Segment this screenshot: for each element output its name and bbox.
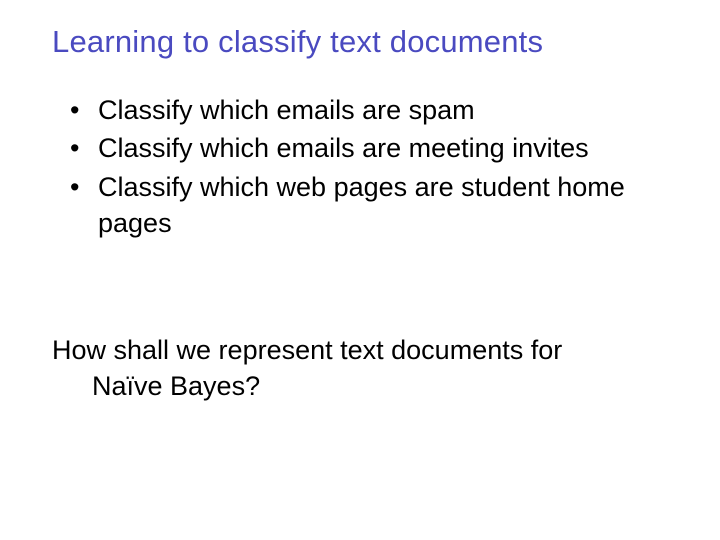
- list-item: Classify which emails are meeting invite…: [68, 130, 668, 166]
- question-text: How shall we represent text documents fo…: [52, 332, 668, 405]
- list-item: Classify which web pages are student hom…: [68, 169, 668, 242]
- slide-title: Learning to classify text documents: [52, 24, 668, 60]
- bullet-list: Classify which emails are spam Classify …: [68, 92, 668, 242]
- question-line-2: Naïve Bayes?: [52, 368, 668, 404]
- question-line-1: How shall we represent text documents fo…: [52, 332, 668, 368]
- list-item: Classify which emails are spam: [68, 92, 668, 128]
